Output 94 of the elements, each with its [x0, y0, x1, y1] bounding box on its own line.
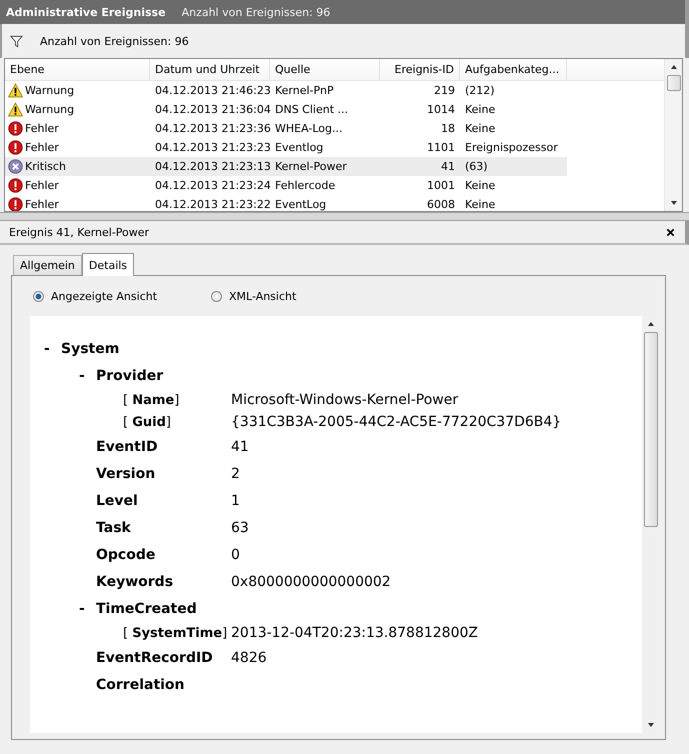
table-cell: Warnung	[25, 84, 74, 97]
table-cell: Fehler	[25, 179, 59, 192]
column-header[interactable]: Ebene	[5, 59, 150, 80]
field-value: 0	[231, 546, 240, 562]
field-name: Opcode	[96, 546, 156, 562]
scrollbar[interactable]	[664, 59, 682, 211]
table-cell: Fehlercode	[275, 179, 336, 192]
table-cell: 04.12.2013 21:23:22	[155, 198, 271, 211]
collapse-toggle[interactable]: -	[79, 600, 96, 616]
radio-label[interactable]: Angezeigte Ansicht	[51, 290, 158, 302]
close-icon[interactable]	[666, 228, 675, 236]
table-row[interactable]: Fehler 04.12.2013 21:23:24 Fehlercode 1001 Keine	[5, 176, 567, 195]
field-value: 2	[231, 466, 240, 482]
table-cell: 04.12.2013 21:46:23	[155, 84, 271, 97]
field-name: Version	[96, 466, 156, 482]
collapse-toggle[interactable]: -	[79, 368, 96, 384]
table-cell: 04.12.2013 21:23:13	[155, 160, 271, 173]
table-cell: EventLog	[275, 198, 326, 211]
table-cell: DNS Client ...	[275, 103, 348, 116]
field-name: EventID	[96, 438, 158, 454]
table-row[interactable]: Warnung 04.12.2013 21:36:04 DNS Client ... 1014 Keine	[5, 100, 567, 119]
table-cell: Fehler	[25, 141, 59, 154]
attribute-name: [ SystemTime]	[123, 626, 228, 641]
table-cell: Kritisch	[25, 160, 66, 173]
table-row[interactable]: Fehler 04.12.2013 21:23:23 Eventlog 1101 Ereignispozessor	[5, 138, 567, 157]
splitter-bar[interactable]	[0, 212, 689, 221]
table-cell: 1014	[427, 103, 455, 116]
attribute-name: [ Guid]	[123, 415, 171, 430]
table-cell: Keine	[465, 198, 496, 211]
field-name: EventRecordID	[96, 650, 213, 666]
column-header[interactable]: Aufgabenkateg...	[460, 59, 567, 80]
table-cell: Warnung	[25, 103, 74, 116]
field-name: Keywords	[96, 574, 174, 590]
table-cell: 04.12.2013 21:36:04	[155, 103, 271, 116]
table-cell: 18	[441, 122, 455, 135]
table-cell: 6008	[427, 198, 455, 211]
field-value: {331C3B3A-2005-44C2-AC5E-77220C37D6B4}	[231, 414, 562, 430]
field-value: Microsoft-Windows-Kernel-Power	[231, 392, 458, 408]
table-cell: 04.12.2013 21:23:23	[155, 141, 271, 154]
node-label: TimeCreated	[96, 600, 197, 616]
table-cell: 41	[441, 160, 455, 173]
event-count: Anzahl von Ereignissen: 96	[182, 6, 330, 18]
warning-icon	[8, 102, 23, 117]
radio-button[interactable]	[33, 290, 44, 302]
field-name: Level	[96, 492, 138, 508]
tab[interactable]: Details	[82, 253, 134, 276]
field-name: Correlation	[96, 676, 185, 692]
table-cell: 219	[434, 84, 455, 97]
node-label: System	[61, 340, 120, 356]
table-row[interactable]: Fehler 04.12.2013 21:23:22 EventLog 6008 Keine	[5, 195, 567, 211]
table-cell: Fehler	[25, 122, 59, 135]
table-cell: Keine	[465, 122, 496, 135]
filter-summary: Anzahl von Ereignissen: 96	[40, 34, 189, 48]
radio-button[interactable]	[211, 290, 222, 302]
error-icon	[8, 121, 23, 136]
table-row[interactable]: Fehler 04.12.2013 21:23:36 WHEA-Log... 18 Keine	[5, 119, 567, 138]
table-cell: Keine	[465, 179, 496, 192]
field-name: Task	[96, 520, 131, 536]
error-icon	[8, 140, 23, 155]
error-icon	[8, 178, 23, 193]
table-cell: 1001	[427, 179, 455, 192]
field-value: 63	[231, 520, 249, 536]
radio-label[interactable]: XML-Ansicht	[229, 290, 296, 302]
column-header[interactable]: Datum und Uhrzeit	[150, 59, 270, 80]
table-cell: Ereignispozessor	[465, 141, 558, 154]
table-cell: Kernel-PnP	[275, 84, 334, 97]
table-row[interactable]: Kritisch 04.12.2013 21:23:13 Kernel-Power 41 (63)	[5, 157, 567, 176]
attribute-name: [ Name]	[123, 393, 180, 408]
column-header[interactable]: Quelle	[270, 59, 380, 80]
column-header[interactable]: Ereignis-ID	[380, 59, 460, 80]
field-value: 41	[231, 438, 249, 454]
warning-icon	[8, 83, 23, 98]
field-value: 2013-12-04T20:23:13.878812800Z	[231, 625, 478, 641]
table-cell: 04.12.2013 21:23:36	[155, 122, 271, 135]
table-cell: Kernel-Power	[275, 160, 347, 173]
table-cell: (212)	[465, 84, 495, 97]
critical-icon	[8, 159, 23, 174]
filter-icon[interactable]	[10, 34, 23, 48]
table-cell: WHEA-Log...	[275, 122, 342, 135]
field-value: 1	[231, 492, 240, 508]
node-label: Provider	[96, 368, 164, 384]
tab[interactable]: Allgemein	[13, 255, 82, 275]
detail-title: Ereignis 41, Kernel-Power	[9, 226, 150, 238]
table-cell: Fehler	[25, 198, 59, 211]
panel-title: Administrative Ereignisse	[6, 6, 166, 18]
field-value: 0x8000000000000002	[231, 574, 391, 590]
table-cell: Eventlog	[275, 141, 324, 154]
table-cell: 1101	[427, 141, 455, 154]
table-cell: 04.12.2013 21:23:24	[155, 179, 271, 192]
table-cell: Keine	[465, 103, 496, 116]
field-value: 4826	[231, 650, 267, 666]
collapse-toggle[interactable]: -	[44, 340, 61, 356]
table-row[interactable]: Warnung 04.12.2013 21:46:23 Kernel-PnP 219 (212)	[5, 81, 567, 100]
table-cell: (63)	[465, 160, 488, 173]
